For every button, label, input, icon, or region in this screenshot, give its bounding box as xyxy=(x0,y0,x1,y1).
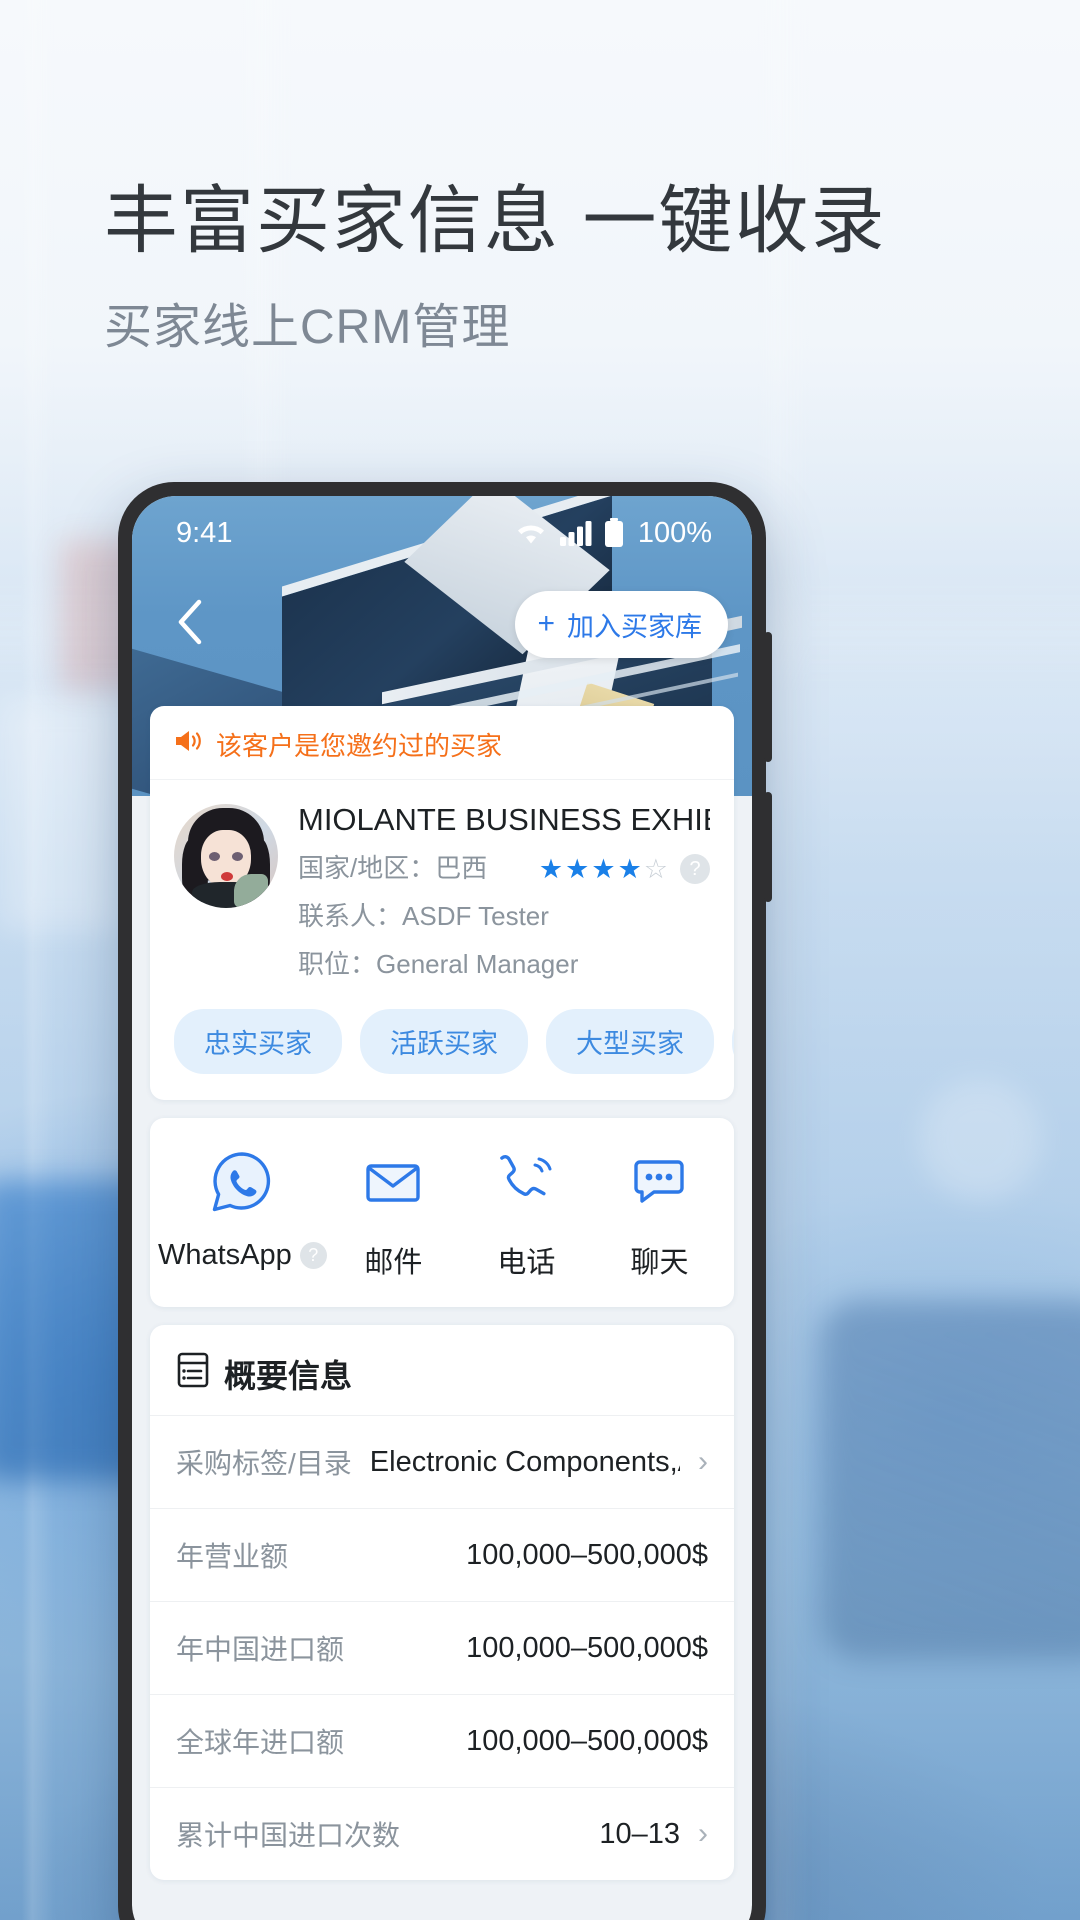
summary-row-label: 全球年进口额 xyxy=(176,1727,345,1759)
mail-icon xyxy=(357,1146,429,1223)
status-bar: 9:41 100% xyxy=(132,496,752,570)
buyer-country: 国家/地区：巴西 xyxy=(298,850,487,888)
contact-actions-card: WhatsApp ? 邮件 电话 聊天 xyxy=(150,1118,734,1308)
summary-row-label: 年中国进口额 xyxy=(176,1634,345,1666)
buyer-contact: 联系人：ASDF Tester xyxy=(298,898,710,936)
detail-scroll-area[interactable]: 该客户是您邀约过的买家 MIOLANTE BUSINESS EXHIBITION xyxy=(132,496,752,1920)
buyer-contact-value: ASDF Tester xyxy=(402,900,549,931)
summary-row-label: 年营业额 xyxy=(176,1541,289,1573)
phone-screen: 9:41 100% + 加入买家库 该客户是您邀约过的买家 MIOLANTE B… xyxy=(132,496,752,1920)
buyer-tag[interactable]: 活跃买 xyxy=(732,1009,734,1075)
buyer-tag-list[interactable]: 忠实买家 活跃买家 大型买家 活跃买 xyxy=(150,989,734,1100)
question-mark-icon[interactable]: ? xyxy=(299,1242,327,1270)
action-chat[interactable]: 聊天 xyxy=(593,1146,726,1281)
chevron-right-icon: › xyxy=(698,1445,708,1479)
phone-volume-button xyxy=(764,632,772,762)
buyer-summary: MIOLANTE BUSINESS EXHIBITION 国家/地区：巴西 ★ … xyxy=(150,780,734,989)
question-mark-icon[interactable]: ? xyxy=(680,854,710,885)
star-icon: ☆ xyxy=(643,853,668,884)
chevron-right-icon: › xyxy=(698,1817,708,1851)
buyer-tag[interactable]: 忠实买家 xyxy=(174,1009,342,1075)
back-button[interactable] xyxy=(162,597,216,651)
chat-bubble-icon xyxy=(623,1146,695,1223)
summary-row[interactable]: 累计中国进口次数 10–13 › xyxy=(150,1787,734,1880)
buyer-country-value: 巴西 xyxy=(435,853,488,884)
summary-header: 概要信息 xyxy=(150,1325,734,1415)
summary-row-label: 采购标签/目录 xyxy=(176,1448,352,1480)
add-button-label: 加入买家库 xyxy=(567,611,702,642)
star-icon: ★ xyxy=(591,853,616,884)
phone-mockup: 9:41 100% + 加入买家库 该客户是您邀约过的买家 MIOLANTE B… xyxy=(118,482,772,1920)
invite-banner: 该客户是您邀约过的买家 xyxy=(150,706,734,780)
action-label: 电话 xyxy=(497,1247,556,1280)
phone-call-icon xyxy=(490,1146,562,1223)
buyer-tag[interactable]: 活跃买家 xyxy=(360,1009,528,1075)
summary-row[interactable]: 采购标签/目录 Electronic Components,Apparel, › xyxy=(150,1415,734,1508)
summary-row-label: 累计中国进口次数 xyxy=(176,1820,401,1852)
phone-power-button xyxy=(764,792,772,902)
battery-percent: 100% xyxy=(637,516,712,549)
star-icon: ★ xyxy=(617,853,642,884)
buyer-tag[interactable]: 大型买家 xyxy=(546,1009,714,1075)
plus-icon: + xyxy=(537,607,555,640)
hero-headline: 丰富买家信息 一键收录 xyxy=(104,179,887,262)
buyer-rating[interactable]: ★ ★ ★ ★ ☆ ? xyxy=(538,853,710,885)
star-icon: ★ xyxy=(565,853,590,884)
summary-row: 全球年进口额 100,000–500,000$ xyxy=(150,1694,734,1787)
summary-row-value: 100,000–500,000$ xyxy=(466,1538,708,1571)
buyer-country-label: 国家/地区： xyxy=(298,853,436,884)
summary-row-value: 10–13 xyxy=(599,1817,680,1850)
hero-copy: 丰富买家信息 一键收录 买家线上CRM管理 xyxy=(104,179,984,356)
summary-row: 年营业额 100,000–500,000$ xyxy=(150,1508,734,1601)
buyer-title-value: General Manager xyxy=(376,948,579,979)
summary-row-value: Electronic Components,Apparel, xyxy=(369,1445,680,1478)
hero-subheadline: 买家线上CRM管理 xyxy=(104,300,511,354)
document-list-icon xyxy=(176,1352,210,1396)
action-whatsapp[interactable]: WhatsApp ? xyxy=(158,1146,327,1281)
buyer-title-label: 职位： xyxy=(298,948,377,979)
action-phone[interactable]: 电话 xyxy=(460,1146,593,1281)
star-icon: ★ xyxy=(538,853,564,884)
avatar xyxy=(174,804,278,908)
wifi-icon xyxy=(514,520,548,546)
chevron-left-icon xyxy=(175,598,203,651)
summary-info-card: 概要信息 采购标签/目录 Electronic Components,Appar… xyxy=(150,1325,734,1881)
buyer-profile-card: 该客户是您邀约过的买家 MIOLANTE BUSINESS EXHIBITION xyxy=(150,706,734,1101)
whatsapp-icon xyxy=(206,1146,278,1223)
summary-title: 概要信息 xyxy=(224,1358,353,1395)
nav-bar: + 加入买家库 xyxy=(132,584,752,664)
add-to-buyer-library-button[interactable]: + 加入买家库 xyxy=(515,590,728,658)
cellular-signal-icon xyxy=(559,520,592,546)
megaphone-icon xyxy=(174,728,204,761)
buyer-contact-label: 联系人： xyxy=(298,900,403,931)
summary-row-value: 100,000–500,000$ xyxy=(466,1724,708,1757)
buyer-title: 职位：General Manager xyxy=(298,946,710,984)
summary-row-value: 100,000–500,000$ xyxy=(466,1631,708,1664)
action-label: 聊天 xyxy=(630,1247,689,1280)
invite-banner-text: 该客户是您邀约过的买家 xyxy=(216,731,503,761)
status-time: 9:41 xyxy=(176,516,233,549)
action-email[interactable]: 邮件 xyxy=(327,1146,460,1281)
action-label: WhatsApp xyxy=(158,1239,292,1272)
summary-row: 年中国进口额 100,000–500,000$ xyxy=(150,1601,734,1694)
action-label: 邮件 xyxy=(364,1247,423,1280)
buyer-name: MIOLANTE BUSINESS EXHIBITION xyxy=(298,802,710,837)
battery-icon xyxy=(604,518,624,548)
